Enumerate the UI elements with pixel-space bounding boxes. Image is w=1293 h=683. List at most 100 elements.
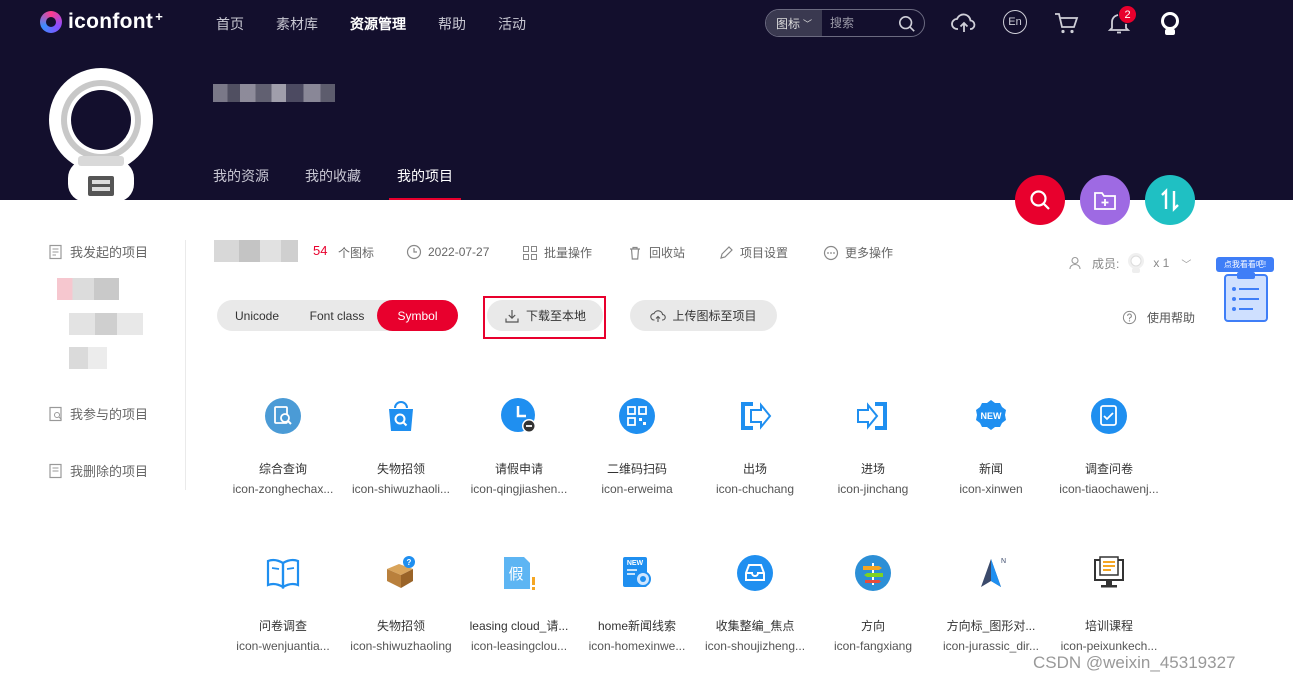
icon-code: icon-shiwuzhaoli... [351,482,451,496]
tab-unicode[interactable]: Unicode [217,300,297,331]
search-type-select[interactable]: 图标 ﹀ [766,10,822,36]
help-label: 使用帮助 [1147,311,1196,325]
tab-my-favorites[interactable]: 我的收藏 [305,166,361,200]
icon-name: 问卷调查 [258,619,307,633]
logo-plus: + [155,8,163,24]
nav-home[interactable]: 首页 [216,14,244,34]
icon-card[interactable]: 出场 icon-chuchang [696,398,814,538]
svg-text:?: ? [407,558,412,567]
sidebar-item-joined[interactable]: 我参与的项目 [48,404,148,423]
project-list-item-redacted[interactable] [57,278,119,300]
project-name-redacted [214,240,298,262]
sidebar-item-deleted[interactable]: 我删除的项目 [48,461,148,480]
more-operations-label: 更多操作 [845,246,894,260]
upload-cloud-icon[interactable] [951,10,977,36]
leave-clock-icon [501,398,536,433]
new-project-fab[interactable] [1080,175,1130,225]
recycle-bin-button[interactable]: 回收站 [627,244,685,261]
help-float-widget[interactable]: 点我看看吧! [1216,257,1276,325]
members-info[interactable]: 成员: x 1 ﹀ [1068,252,1191,274]
grid-icon [523,245,537,260]
nav-help[interactable]: 帮助 [438,14,466,34]
icon-code: icon-xinwen [959,482,1023,496]
batch-operation-button[interactable]: 批量操作 [522,244,592,261]
icon-card[interactable]: ? 失物招领 icon-shiwuzhaoling [342,555,460,683]
logo-text: iconfont [68,10,154,33]
icon-card[interactable]: NEW 新闻 icon-xinwen [932,398,1050,538]
leave-doc-icon: 假 [504,557,535,590]
search-circle-icon [265,398,301,434]
icon-card[interactable]: 问卷调查 icon-wenjuantia... [224,555,342,683]
tab-my-projects[interactable]: 我的项目 [389,166,461,200]
nav-materials[interactable]: 素材库 [276,14,318,34]
icon-code: icon-shiwuzhaoling [350,639,452,653]
clock-icon [406,244,422,260]
icon-card[interactable]: 进场 icon-jinchang [814,398,932,538]
upload-label: 上传图标至项目 [672,309,757,323]
project-list-item-redacted[interactable] [69,313,143,335]
batch-operation-label: 批量操作 [544,246,593,260]
user-avatar-icon[interactable] [1157,10,1183,36]
open-book-icon [266,558,300,589]
compass-icon: N [981,558,1006,587]
icon-name: 新闻 [978,462,1003,476]
top-navbar: iconfont + 首页 素材库 资源管理 帮助 活动 图标 ﹀ En 2 [0,0,1293,46]
svg-text:NEW: NEW [627,560,644,567]
icon-card[interactable]: NEW home新闻线索 icon-homexinwe... [578,555,696,683]
chevron-down-icon[interactable]: ﹀ [1181,256,1191,271]
svg-text:假: 假 [508,565,523,583]
upload-icons-button[interactable]: 上传图标至项目 [630,300,777,331]
profile-avatar[interactable] [48,68,154,202]
sidebar-item-label: 我删除的项目 [70,464,149,479]
icon-code: icon-erweima [601,482,673,496]
user-icon [1069,256,1081,270]
project-doc-icon [49,406,62,421]
profile-tabs: 我的资源 我的收藏 我的项目 [213,166,489,200]
icon-name: 失物招领 [376,462,425,476]
sidebar-item-initiated[interactable]: 我发起的项目 [48,242,148,261]
icon-name: 收集整编_焦点 [715,619,795,633]
main-nav: 首页 素材库 资源管理 帮助 活动 [216,14,558,34]
more-operations-button[interactable]: 更多操作 [823,244,893,261]
language-en-icon[interactable]: En [1003,10,1027,34]
icon-name: home新闻线索 [597,619,677,633]
nav-activities[interactable]: 活动 [498,14,526,34]
more-icon [823,245,839,260]
search-fab[interactable] [1015,175,1065,225]
search-box: 图标 ﹀ [765,9,925,37]
chevron-down-icon: ﹀ [803,18,813,29]
icon-card[interactable]: 失物招领 icon-shiwuzhaoli... [342,398,460,538]
icon-name: 综合查询 [258,462,307,476]
icon-card[interactable]: 方向 icon-fangxiang [814,555,932,683]
float-widget-label: 点我看看吧! [1216,257,1274,272]
search-input[interactable] [830,11,900,35]
clipboard-icon [1224,272,1268,322]
icon-card[interactable]: 请假申请 icon-qingjiashen... [460,398,578,538]
cart-icon[interactable] [1053,10,1079,36]
search-type-label: 图标 [775,16,800,31]
icon-card[interactable]: 综合查询 icon-zonghechax... [224,398,342,538]
project-doc-icon [49,463,62,478]
icon-count: 54 [313,243,328,258]
icon-code: icon-peixunkech... [1060,639,1158,653]
signpost-icon [855,555,891,591]
icon-card[interactable]: 调查问卷 icon-tiaochawenj... [1050,398,1168,538]
icon-card[interactable]: 假 leasing cloud_请... icon-leasingclou... [460,555,578,683]
language-label: En [1008,16,1022,28]
question-icon [1122,310,1137,325]
highlight-frame [483,296,606,339]
project-settings-button[interactable]: 项目设置 [718,244,788,261]
icon-name: 方向 [860,619,885,633]
icon-card[interactable]: 收集整编_焦点 icon-shoujizheng... [696,555,814,683]
training-monitor-icon [1094,556,1124,588]
search-icon[interactable] [898,15,916,33]
tab-font-class[interactable]: Font class [297,300,377,331]
tab-symbol[interactable]: Symbol [377,300,458,331]
logo[interactable]: iconfont + [40,8,163,34]
nav-resource-management[interactable]: 资源管理 [350,14,406,34]
tab-my-resources[interactable]: 我的资源 [213,166,269,200]
help-link[interactable]: 使用帮助 [1122,309,1195,326]
project-list-item-redacted[interactable] [69,347,107,369]
icon-card[interactable]: 二维码扫码 icon-erweima [578,398,696,538]
sort-fab[interactable] [1145,175,1195,225]
